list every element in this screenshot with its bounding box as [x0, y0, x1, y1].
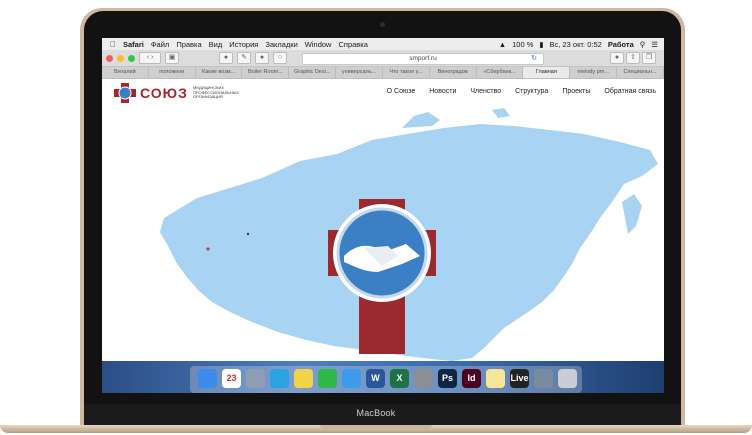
word-icon[interactable]: W — [366, 369, 385, 388]
shortcut-icon[interactable]: ✎ — [237, 52, 251, 64]
reader-icon[interactable]: ○ — [273, 52, 287, 64]
menu-history[interactable]: История — [229, 40, 258, 49]
menu-view[interactable]: Вид — [209, 40, 223, 49]
photoshop-icon[interactable]: Ps — [438, 369, 457, 388]
browser-tab[interactable]: Graphic Desi... — [289, 67, 337, 78]
sidebar-toggle-icon[interactable]: ▣ — [165, 52, 179, 64]
logo-text[interactable]: СОЮЗ — [140, 85, 188, 101]
browser-tab[interactable]: «Сбербанк... — [477, 67, 524, 78]
map-marker-icon — [246, 232, 250, 236]
nav-about[interactable]: О Союзе — [387, 88, 416, 95]
finder-icon[interactable] — [198, 369, 217, 388]
browser-tab[interactable]: Главная — [523, 67, 571, 78]
menu-help[interactable]: Справка — [338, 40, 367, 49]
browser-tab[interactable]: Виталий — [102, 67, 149, 78]
indesign-icon[interactable]: Id — [462, 369, 481, 388]
notes-icon[interactable] — [294, 369, 313, 388]
facetime-icon[interactable] — [318, 369, 337, 388]
wifi-icon[interactable]: ▲ — [499, 40, 506, 49]
menu-file[interactable]: Файл — [151, 40, 169, 49]
nav-structure[interactable]: Структура — [515, 88, 548, 95]
apple-menu-icon[interactable]:  — [110, 40, 116, 49]
notification-center-icon[interactable]: ☰ — [651, 40, 658, 49]
browser-tab[interactable]: положени — [149, 67, 196, 78]
nav-projects[interactable]: Проекты — [562, 88, 590, 95]
address-bar[interactable]: smporf.ru ↻ — [302, 53, 544, 65]
browser-tab[interactable]: универсаль... — [336, 67, 383, 78]
union-logo-icon[interactable] — [114, 83, 136, 103]
map-marker-icon — [206, 247, 210, 251]
share-icon[interactable]: ⇧ — [626, 52, 640, 64]
browser-tab[interactable]: Виноградов — [430, 67, 477, 78]
stickies-icon[interactable] — [486, 369, 505, 388]
menu-bookmarks[interactable]: Закладки — [265, 40, 297, 49]
camera-icon — [380, 22, 385, 27]
close-window-icon[interactable] — [106, 54, 113, 62]
address-text: smporf.ru — [409, 55, 437, 62]
hero-map-section — [102, 106, 664, 361]
browser-tab[interactable]: Что такое у... — [383, 67, 430, 78]
preview-icon[interactable] — [534, 369, 553, 388]
menu-window[interactable]: Window — [305, 40, 332, 49]
logo-subtitle: МЕДИЦИНСКИХ ПРОФЕССИОНАЛЬНЫХ ОРГАНИЗАЦИЙ — [193, 85, 240, 99]
site-header: СОЮЗ МЕДИЦИНСКИХ ПРОФЕССИОНАЛЬНЫХ ОРГАНИ… — [102, 79, 664, 106]
menu-bar:  Safari Файл Правка Вид История Закладк… — [102, 38, 664, 50]
zoom-window-icon[interactable] — [128, 54, 135, 62]
ableton-live-icon[interactable]: Live — [510, 369, 529, 388]
battery-icon[interactable]: ▮ — [539, 40, 543, 49]
launchpad-icon[interactable] — [246, 369, 265, 388]
laptop-brand-label: MacBook — [356, 408, 396, 418]
privacy-icon[interactable]: ● — [255, 52, 269, 64]
calendar-icon[interactable]: 23 — [222, 369, 241, 388]
menu-edit[interactable]: Правка — [176, 40, 201, 49]
menu-app-safari[interactable]: Safari — [123, 40, 144, 49]
browser-toolbar: ‹ › ▣ ● ✎ ● ○ smporf.ru ↻ ● ⇧ ❐ — [102, 50, 664, 67]
russia-map-image — [160, 108, 658, 361]
spotlight-icon[interactable]: ⚲ — [640, 40, 646, 49]
battery-text[interactable]: 100 % — [512, 40, 533, 49]
laptop-notch — [320, 425, 432, 429]
tab-bar: Виталий положени Какие возм... Boiler Room.… — [102, 67, 664, 79]
browser-tab[interactable]: Какие возм... — [196, 67, 243, 78]
back-forward-buttons[interactable]: ‹ › — [139, 52, 161, 64]
nav-news[interactable]: Новости — [429, 88, 456, 95]
trash-icon[interactable] — [558, 369, 577, 388]
user-menu[interactable]: Работа — [608, 40, 634, 49]
nav-feedback[interactable]: Обратная связь — [604, 88, 656, 95]
telegram-icon[interactable] — [270, 369, 289, 388]
browser-tab[interactable]: Boiler Room... — [242, 67, 290, 78]
safari-icon[interactable] — [342, 369, 361, 388]
download-icon[interactable]: ● — [610, 52, 624, 64]
macbook-mockup:  Safari Файл Правка Вид История Закладк… — [0, 0, 752, 435]
extension-icon[interactable]: ● — [219, 52, 233, 64]
site-nav: О Союзе Новости Членство Структура Проек… — [387, 88, 656, 95]
nav-membership[interactable]: Членство — [470, 88, 501, 95]
preferences-icon[interactable] — [414, 369, 433, 388]
browser-tab[interactable]: melody pm... — [570, 67, 618, 78]
reload-icon[interactable]: ↻ — [531, 54, 537, 64]
tabs-overview-icon[interactable]: ❐ — [642, 52, 656, 64]
clock[interactable]: Вс, 23 окт. 0:52 — [550, 40, 602, 49]
excel-icon[interactable]: X — [390, 369, 409, 388]
browser-tab[interactable]: Специальн... — [617, 67, 664, 78]
screen:  Safari Файл Правка Вид История Закладк… — [102, 38, 664, 393]
minimize-window-icon[interactable] — [117, 54, 124, 62]
